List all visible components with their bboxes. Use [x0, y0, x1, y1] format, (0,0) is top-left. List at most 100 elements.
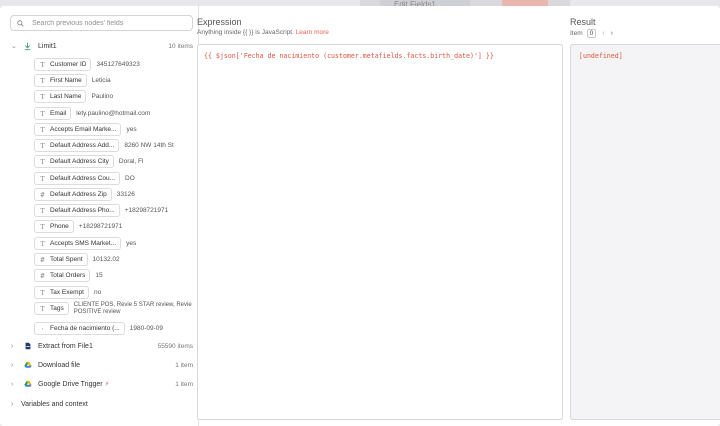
string-type-icon: T — [40, 76, 45, 85]
field-row[interactable]: # Default Address Zip 33126 — [34, 188, 135, 201]
string-type-icon: T — [40, 109, 45, 118]
field-row[interactable]: T Phone +18298721971 — [34, 220, 122, 233]
string-type-icon: T — [40, 206, 45, 215]
field-value: 33126 — [116, 191, 135, 198]
field-name: Accepts Email Marke... — [50, 126, 117, 133]
node-label: Limit1 — [38, 42, 57, 50]
chevron-down-icon[interactable]: ⌄ — [11, 42, 17, 50]
field-row[interactable]: T Default Address Pho... +18298721971 — [34, 204, 168, 217]
field-row[interactable]: T First Name Leticia — [34, 74, 111, 87]
field-chip[interactable]: T Customer ID — [34, 58, 92, 71]
field-chip[interactable]: T Last Name — [34, 90, 87, 103]
variables-and-context[interactable]: › Variables and context — [0, 396, 199, 412]
node-download-file[interactable]: › Download file 1 item — [0, 357, 199, 373]
learn-more-link[interactable]: Learn more — [296, 29, 329, 36]
field-row[interactable]: T Accepts SMS Market... yes — [34, 237, 136, 250]
field-chip[interactable]: T First Name — [34, 74, 87, 87]
field-chip[interactable]: T Default Address Pho... — [34, 204, 120, 217]
node-google-drive-trigger[interactable]: › Google Drive Trigger ⚡ 1 item — [0, 376, 199, 392]
node-item-count: 1 item — [175, 361, 193, 369]
hint-suffix: is JavaScript. — [255, 29, 294, 36]
string-type-icon: T — [40, 288, 45, 297]
field-chip[interactable]: T Accepts Email Marke... — [34, 123, 122, 136]
field-name: Total Spent — [50, 256, 83, 263]
expression-editor[interactable]: {{ $json['Fecha de nacimiento (customer.… — [197, 44, 563, 420]
field-chip[interactable]: # Total Orders — [34, 269, 91, 282]
field-row[interactable]: T Default Address Cou... DO — [34, 172, 135, 185]
google-drive-icon — [23, 380, 32, 389]
chevron-right-icon[interactable]: › — [11, 401, 13, 408]
field-name: Email — [50, 110, 67, 117]
string-type-icon: T — [40, 92, 45, 101]
field-row[interactable]: T Accepts Email Marke... yes — [34, 123, 137, 136]
field-row[interactable]: T Default Address City Doral, Fl — [34, 155, 143, 168]
field-name: Default Address Pho... — [50, 207, 115, 214]
chevron-right-icon[interactable]: › — [11, 362, 13, 369]
search-box[interactable] — [10, 15, 193, 31]
chevron-right-icon[interactable]: › — [11, 381, 13, 388]
chevron-right-icon[interactable]: › — [611, 30, 613, 37]
field-name: Default Address City — [50, 158, 109, 165]
result-title: Result — [570, 17, 596, 27]
field-row[interactable]: # Total Orders 15 — [34, 269, 103, 282]
field-name: Default Address Add... — [50, 142, 115, 149]
field-chip[interactable]: T Default Address Add... — [34, 139, 120, 152]
node-extract-from-file1[interactable]: › Extract from File1 55590 items — [0, 338, 199, 354]
search-icon — [17, 19, 24, 27]
expression-title: Expression — [197, 17, 242, 27]
field-row[interactable]: # Total Spent 10132.02 — [34, 253, 120, 266]
field-value: Doral, Fl — [118, 158, 144, 165]
node-limit1[interactable]: ⌄ Limit1 10 items — [0, 38, 199, 54]
field-row[interactable]: T Last Name Paulino — [34, 90, 113, 103]
result-item-selector: Item 0 ‹ › — [570, 29, 613, 38]
field-chip[interactable]: T Default Address City — [34, 155, 114, 168]
node-label: Download file — [38, 361, 81, 369]
field-name: Default Address Zip — [50, 191, 107, 198]
string-type-icon: T — [40, 60, 45, 69]
chevron-left-icon[interactable]: ‹ — [602, 30, 604, 37]
field-value: CLIENTE POS, Revie 5 STAR review, Revie … — [73, 302, 192, 315]
field-row[interactable]: T Default Address Add... 8260 NW 14th St — [34, 139, 174, 152]
node-item-count: 55590 items — [157, 342, 193, 350]
field-row[interactable]: T Email lety.paulino@hotmail.com — [34, 107, 150, 120]
field-chip[interactable]: T Phone — [34, 220, 74, 233]
field-chip[interactable]: T Default Address Cou... — [34, 172, 121, 185]
field-chip[interactable]: T Accepts SMS Market... — [34, 237, 122, 250]
field-chip[interactable]: T Tax Exempt — [34, 286, 89, 299]
field-chip[interactable]: # Total Spent — [34, 253, 88, 266]
field-chip[interactable]: · Fecha de nacimiento (... — [34, 322, 125, 335]
field-value: 10132.02 — [92, 256, 120, 263]
node-item-count: 10 items — [168, 42, 193, 50]
limit-node-icon — [23, 42, 32, 51]
node-item-count: 1 item — [175, 380, 193, 388]
field-value: Paulino — [91, 93, 114, 100]
field-row[interactable]: T Tags CLIENTE POS, Revie 5 STAR review, R… — [34, 302, 196, 315]
search-input[interactable] — [32, 19, 182, 27]
unknown-type-icon: · — [41, 324, 44, 333]
field-chip[interactable]: T Tags — [34, 302, 69, 315]
field-name: Default Address Cou... — [50, 175, 116, 182]
expression-code[interactable]: {{ $json['Fecha de nacimiento (customer.… — [204, 52, 494, 60]
node-label: Extract from File1 — [38, 342, 93, 350]
field-name: Phone — [50, 223, 69, 230]
field-value: 8260 NW 14th St — [124, 142, 174, 149]
field-name: Tags — [50, 305, 64, 312]
variables-label: Variables and context — [21, 400, 88, 408]
field-value: yes — [126, 126, 137, 133]
field-chip[interactable]: # Default Address Zip — [34, 188, 112, 201]
item-index-input[interactable]: 0 — [586, 29, 597, 38]
field-row[interactable]: · Fecha de nacimiento (... 1980-09-09 — [34, 322, 163, 335]
field-value: +18298721971 — [78, 223, 123, 230]
field-chip[interactable]: T Email — [34, 107, 72, 120]
field-name: Tax Exempt — [50, 289, 84, 296]
field-row[interactable]: T Customer ID 345127649323 — [34, 58, 140, 71]
field-value: 345127649323 — [96, 61, 140, 68]
field-row[interactable]: T Tax Exempt no — [34, 286, 101, 299]
number-type-icon: # — [39, 255, 46, 264]
expression-hint: Anything inside {{ }} is JavaScript. Lea… — [197, 29, 329, 36]
field-name: Fecha de nacimiento (... — [50, 325, 120, 332]
hint-braces: {{ }} — [242, 29, 254, 36]
chevron-right-icon[interactable]: › — [11, 343, 13, 350]
field-name: Accepts SMS Market... — [50, 240, 117, 247]
field-name: Total Orders — [50, 272, 86, 279]
